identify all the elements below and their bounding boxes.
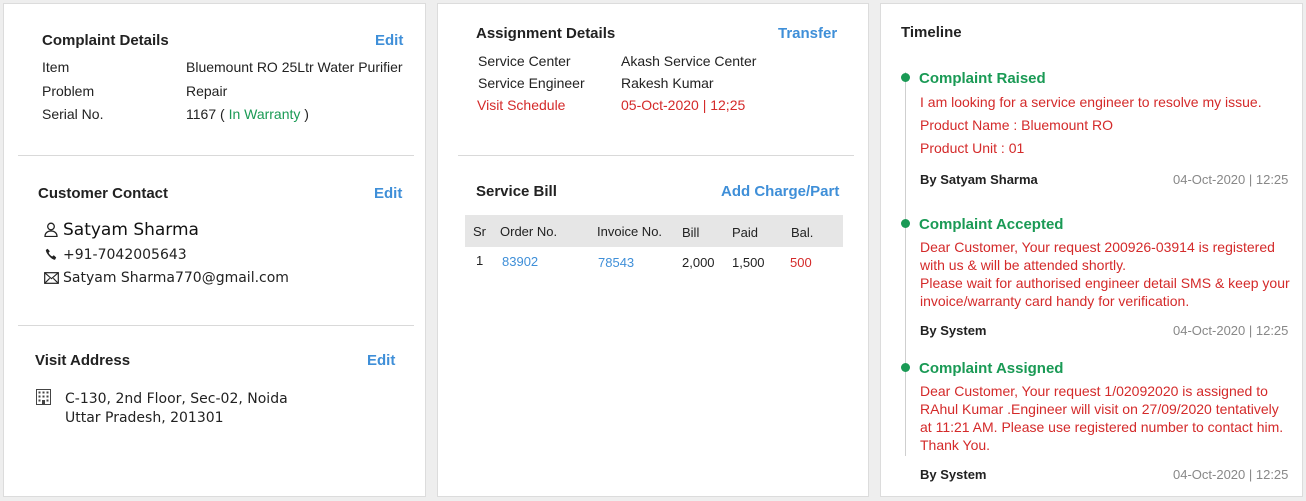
complaint-edit-link[interactable]: Edit — [375, 32, 403, 49]
problem-value: Repair — [186, 83, 228, 99]
left-panel: Complaint Details Edit Item Bluemount RO… — [3, 3, 426, 497]
event-title-accepted: Complaint Accepted — [919, 216, 1064, 233]
phone-icon — [45, 248, 58, 261]
event-message: I am looking for a service engineer to r… — [920, 94, 1262, 110]
cell-sr: 1 — [476, 253, 484, 268]
visit-schedule-label: Visit Schedule — [477, 97, 566, 113]
address-edit-link[interactable]: Edit — [367, 352, 395, 369]
assignment-details-title: Assignment Details — [476, 25, 616, 42]
service-center-value: Akash Service Center — [621, 53, 757, 69]
cell-order-link[interactable]: 83902 — [502, 254, 538, 269]
divider — [458, 155, 854, 156]
add-charge-link[interactable]: Add Charge/Part — [721, 183, 839, 200]
problem-label: Problem — [42, 83, 95, 99]
col-header-paid: Paid — [732, 225, 759, 240]
timeline-line — [905, 72, 906, 456]
event-message: Please wait for authorised engineer deta… — [920, 275, 1290, 309]
event-timestamp: 04-Oct-2020 | 12:25 — [1173, 172, 1289, 187]
event-message: Dear Customer, Your request 200926-03914… — [920, 239, 1275, 273]
service-bill-title: Service Bill — [476, 183, 557, 200]
cell-balance: 500 — [790, 255, 812, 270]
col-header-bill: Bill — [682, 225, 700, 240]
col-header-sr: Sr — [473, 224, 486, 239]
timeline-dot — [901, 219, 910, 228]
serial-number: 1167 ( — [186, 106, 225, 122]
service-engineer-value: Rakesh Kumar — [621, 75, 714, 91]
warranty-status: In Warranty — [228, 106, 301, 122]
event-author: By System — [920, 323, 987, 338]
serial-close: ) — [304, 106, 309, 122]
customer-phone[interactable]: +91-7042005643 — [63, 247, 187, 263]
customer-contact-title: Customer Contact — [38, 185, 169, 202]
service-center-label: Service Center — [478, 53, 571, 69]
contact-edit-link[interactable]: Edit — [374, 185, 402, 202]
address-line-2: Uttar Pradesh, 201301 — [65, 410, 224, 426]
serial-value: 1167 ( In Warranty ) — [186, 106, 309, 122]
building-icon — [36, 389, 51, 405]
address-line-1: C-130, 2nd Floor, Sec-02, Noida — [65, 391, 288, 407]
timeline-dot — [901, 363, 910, 372]
timeline-title: Timeline — [901, 24, 962, 41]
col-header-invoice: Invoice No. — [597, 224, 663, 239]
customer-email[interactable]: Satyam Sharma770@gmail.com — [63, 270, 289, 286]
timeline-dot — [901, 73, 910, 82]
col-header-order: Order No. — [500, 224, 558, 239]
mail-icon — [44, 272, 59, 284]
visit-address-title: Visit Address — [35, 352, 131, 369]
complaint-details-title: Complaint Details — [42, 32, 169, 49]
event-message: Product Unit : 01 — [920, 140, 1025, 156]
event-title-raised: Complaint Raised — [919, 70, 1046, 87]
cell-paid: 1,500 — [732, 255, 765, 270]
user-icon — [44, 222, 58, 237]
event-timestamp: 04-Oct-2020 | 12:25 — [1173, 467, 1289, 482]
divider — [18, 325, 414, 326]
event-message: Dear Customer, Your request 1/02092020 i… — [920, 383, 1284, 453]
serial-label: Serial No. — [42, 106, 104, 122]
timeline-panel: Timeline Complaint Raised I am looking f… — [880, 3, 1303, 497]
event-title-assigned: Complaint Assigned — [919, 360, 1064, 377]
event-timestamp: 04-Oct-2020 | 12:25 — [1173, 323, 1289, 338]
transfer-link[interactable]: Transfer — [778, 25, 837, 42]
event-author: By System — [920, 467, 987, 482]
cell-bill: 2,000 — [682, 255, 715, 270]
divider — [18, 155, 414, 156]
customer-name: Satyam Sharma — [63, 220, 199, 240]
event-message: Product Name : Bluemount RO — [920, 117, 1113, 133]
service-engineer-label: Service Engineer — [478, 75, 585, 91]
event-author: By Satyam Sharma — [920, 172, 1038, 187]
col-header-bal: Bal. — [791, 225, 814, 240]
item-value: Bluemount RO 25Ltr Water Purifier — [186, 59, 403, 75]
visit-schedule-value: 05-Oct-2020 | 12;25 — [621, 97, 746, 113]
cell-invoice-link[interactable]: 78543 — [598, 255, 634, 270]
middle-panel: Assignment Details Transfer Service Cent… — [437, 3, 869, 497]
item-label: Item — [42, 59, 70, 75]
